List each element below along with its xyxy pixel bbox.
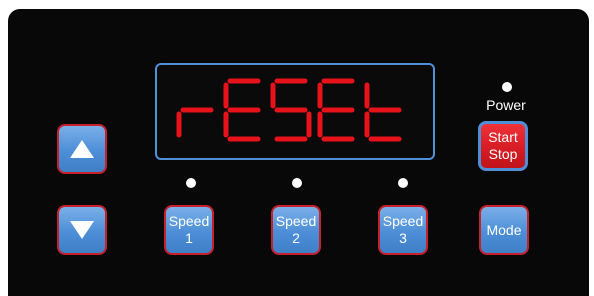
up-button[interactable] xyxy=(57,124,107,174)
down-button[interactable] xyxy=(57,205,107,255)
speed2-led xyxy=(292,178,302,188)
speed1-led xyxy=(186,178,196,188)
speed3-led xyxy=(398,178,408,188)
speed-2-button[interactable]: Speed 2 xyxy=(271,205,321,255)
speed-1-label: Speed xyxy=(168,213,210,229)
mode-label: Mode xyxy=(486,221,522,238)
display-digits xyxy=(176,78,402,142)
speed-1-number: 1 xyxy=(185,230,193,246)
stop-label: Stop xyxy=(488,146,518,162)
mode-button[interactable]: Mode xyxy=(479,205,529,255)
speed-3-number: 3 xyxy=(399,230,407,246)
seven-segment-display: rESEt xyxy=(155,63,435,160)
display-char-1 xyxy=(176,107,214,138)
up-arrow-icon xyxy=(70,140,94,158)
speed-2-number: 2 xyxy=(292,230,300,246)
display-char-3 xyxy=(270,78,312,142)
display-char-5 xyxy=(364,82,402,142)
display-char-4 xyxy=(317,78,355,142)
down-arrow-icon xyxy=(70,221,94,239)
speed-3-label: Speed xyxy=(382,213,424,229)
display-char-2 xyxy=(223,78,261,142)
start-stop-button[interactable]: Start Stop xyxy=(478,121,528,171)
power-led xyxy=(502,82,512,92)
power-label: Power xyxy=(486,97,526,113)
speed-3-button[interactable]: Speed 3 xyxy=(378,205,428,255)
start-label: Start xyxy=(488,129,518,145)
speed-2-label: Speed xyxy=(275,213,317,229)
speed-1-button[interactable]: Speed 1 xyxy=(164,205,214,255)
